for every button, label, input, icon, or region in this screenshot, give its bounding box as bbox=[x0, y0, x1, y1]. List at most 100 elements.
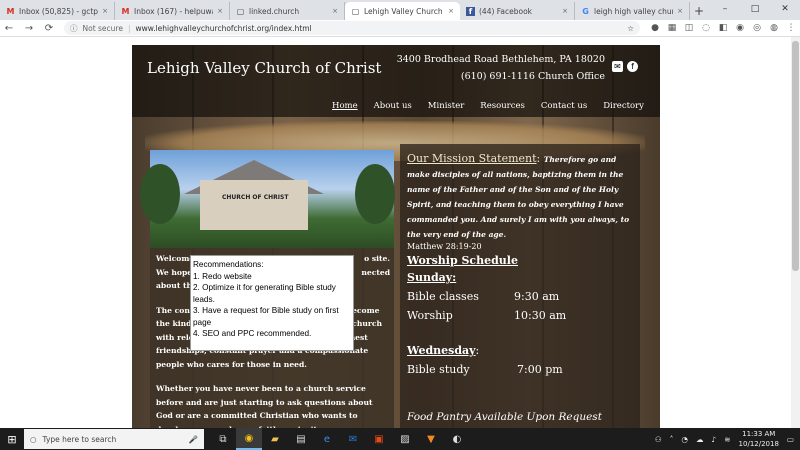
outlook-icon[interactable]: ✉ bbox=[340, 428, 366, 450]
edge-icon[interactable]: e bbox=[314, 428, 340, 450]
store-icon[interactable]: ▤ bbox=[288, 428, 314, 450]
security-label: Not secure bbox=[82, 23, 123, 33]
clock-date: 10/12/2018 bbox=[738, 440, 779, 448]
tab-label: linked.church bbox=[249, 6, 300, 16]
close-tab-icon[interactable]: × bbox=[562, 7, 568, 15]
google-icon: G bbox=[582, 6, 589, 16]
minimize-icon[interactable]: – bbox=[710, 0, 740, 18]
volume-icon[interactable]: ♪ bbox=[711, 435, 716, 444]
info-icon[interactable]: ⓘ bbox=[70, 23, 78, 34]
cloud-icon[interactable]: ☁ bbox=[696, 435, 704, 444]
chevron-up-icon[interactable]: ˄ bbox=[670, 435, 674, 444]
nav-about-us[interactable]: About us bbox=[374, 101, 412, 111]
browser-toolbar: ← → ⟳ ⓘ Not secure | www.lehighvalleychu… bbox=[0, 20, 800, 37]
extension-icon[interactable]: ◎ bbox=[752, 23, 762, 33]
system-tray: ⚇ ˄ ◔ ☁ ♪ ≋ 11:33 AM 10/12/2018 ▭ bbox=[655, 429, 800, 449]
extension-icon[interactable]: ◫ bbox=[684, 23, 694, 33]
forward-icon[interactable]: → bbox=[24, 23, 34, 34]
welcome-line: Welcome bbox=[156, 254, 195, 263]
tab-facebook[interactable]: f (44) Facebook × bbox=[460, 2, 575, 20]
network-icon[interactable]: ◔ bbox=[681, 435, 688, 444]
bookmark-star-icon[interactable]: ☆ bbox=[627, 24, 634, 33]
tab-lehigh-valley[interactable]: ▢ Lehigh Valley Church of Chr × bbox=[345, 2, 460, 20]
mission-heading: Our Mission Statement bbox=[407, 152, 537, 165]
schedule-row: Bible study 7:00 pm bbox=[407, 363, 563, 376]
extension-icon[interactable]: ◉ bbox=[735, 23, 745, 33]
app-icon[interactable]: ◐ bbox=[444, 428, 470, 450]
address: 3400 Brodhead Road Bethlehem, PA 18020 bbox=[396, 54, 605, 65]
profile-avatar[interactable]: ◍ bbox=[769, 23, 779, 33]
nav-minister[interactable]: Minister bbox=[428, 101, 465, 111]
address-bar[interactable]: ⓘ Not secure | www.lehighvalleychurchofc… bbox=[64, 21, 640, 35]
site-title[interactable]: Lehigh Valley Church of Christ bbox=[147, 59, 381, 77]
tab-label: leigh high valley church of C bbox=[594, 6, 673, 16]
wifi-icon[interactable]: ≋ bbox=[724, 435, 730, 444]
notifications-icon[interactable]: ▭ bbox=[787, 435, 794, 444]
tab-gmail-2[interactable]: M Inbox (167) - helpuwangelis × bbox=[115, 2, 230, 20]
chrome-icon[interactable]: ◉ bbox=[236, 428, 262, 450]
mail-icon[interactable]: ✉ bbox=[612, 61, 623, 72]
invite-paragraph: Whether you have never been to a church … bbox=[156, 384, 373, 428]
window-controls: – □ ✕ bbox=[710, 0, 800, 18]
mission-reference: Matthew 28:19-20 bbox=[407, 242, 482, 251]
scrollbar-thumb[interactable] bbox=[792, 41, 799, 271]
tab-google-search[interactable]: Gleigh high valley church of C × bbox=[575, 2, 690, 20]
phone: (610) 691-1116 Church Office bbox=[460, 71, 605, 82]
close-tab-icon[interactable]: × bbox=[332, 7, 338, 15]
maximize-icon[interactable]: □ bbox=[740, 0, 770, 18]
extension-icon[interactable]: ● bbox=[650, 23, 660, 33]
close-tab-icon[interactable]: × bbox=[448, 7, 454, 15]
gmail-icon: M bbox=[6, 6, 15, 16]
site-header: Lehigh Valley Church of Christ 3400 Brod… bbox=[132, 45, 660, 117]
close-tab-icon[interactable]: × bbox=[677, 7, 683, 15]
separator: | bbox=[127, 23, 131, 33]
file-explorer-icon[interactable]: ▰ bbox=[262, 428, 288, 450]
extension-icon[interactable]: ▦ bbox=[667, 23, 677, 33]
people-icon[interactable]: ⚇ bbox=[655, 435, 662, 444]
recommendation-item: 2. Optimize it for generating Bible stud… bbox=[193, 283, 336, 304]
worship-schedule: Worship Schedule Sunday: Bible classes 9:… bbox=[407, 254, 635, 376]
sunday-heading: Sunday: bbox=[407, 271, 457, 284]
welcome-line: We hope bbox=[156, 267, 193, 277]
extensions-bar: ● ▦ ◫ ◌ ◧ ◉ ◎ ◍ ⋮ bbox=[650, 23, 796, 33]
social-links: ✉ f bbox=[612, 61, 638, 72]
nav-home[interactable]: Home bbox=[332, 101, 358, 111]
tab-strip: MInbox (50,825) - gctpam@gm× MInbox (167… bbox=[0, 0, 800, 20]
extension-icon[interactable]: ◌ bbox=[701, 23, 711, 33]
menu-icon[interactable]: ⋮ bbox=[786, 23, 796, 33]
windows-start-icon[interactable]: ⊞ bbox=[0, 433, 24, 446]
mission-verse: Therefore go and make disciples of all n… bbox=[407, 155, 630, 239]
photos-icon[interactable]: ▨ bbox=[392, 428, 418, 450]
close-icon[interactable]: ✕ bbox=[770, 0, 800, 18]
taskbar-search[interactable]: ○ Type here to search 🎤 bbox=[24, 429, 204, 449]
page-icon: ▢ bbox=[236, 6, 245, 16]
extension-icon[interactable]: ◧ bbox=[718, 23, 728, 33]
main-nav: Home About us Minister Resources Contact… bbox=[332, 101, 644, 111]
search-placeholder: Type here to search bbox=[42, 434, 117, 444]
close-tab-icon[interactable]: × bbox=[102, 7, 108, 15]
close-tab-icon[interactable]: × bbox=[217, 7, 223, 15]
vlc-icon[interactable]: ▼ bbox=[418, 428, 444, 450]
url-text[interactable]: www.lehighvalleychurchofchrist.org/index… bbox=[136, 24, 312, 33]
task-view-icon[interactable]: ⧉ bbox=[210, 428, 236, 450]
microphone-icon[interactable]: 🎤 bbox=[189, 435, 198, 444]
food-pantry: Food Pantry Available Upon Request bbox=[407, 411, 602, 423]
new-tab-button[interactable]: + bbox=[690, 2, 708, 20]
mission-block: Our Mission Statement: Therefore go and … bbox=[407, 152, 635, 251]
taskbar-apps: ⧉ ◉ ▰ ▤ e ✉ ▣ ▨ ▼ ◐ bbox=[210, 428, 470, 450]
windows-taskbar: ⊞ ○ Type here to search 🎤 ⧉ ◉ ▰ ▤ e ✉ ▣ … bbox=[0, 428, 800, 450]
nav-resources[interactable]: Resources bbox=[480, 101, 525, 111]
office-icon[interactable]: ▣ bbox=[366, 428, 392, 450]
back-icon[interactable]: ← bbox=[4, 23, 14, 34]
tab-linked-church[interactable]: ▢ linked.church × bbox=[230, 2, 345, 20]
gmail-icon: M bbox=[121, 6, 130, 16]
nav-contact-us[interactable]: Contact us bbox=[541, 101, 587, 111]
tab-label: Lehigh Valley Church of Chr bbox=[364, 6, 444, 16]
nav-directory[interactable]: Directory bbox=[603, 101, 644, 111]
recommendations-title: Recommendations: bbox=[193, 260, 264, 269]
church-photo: CHURCH OF CHRIST bbox=[140, 150, 395, 248]
facebook-icon[interactable]: f bbox=[627, 61, 638, 72]
tab-gmail-1[interactable]: M Inbox (50,825) - gctpam@gm× bbox=[0, 2, 115, 20]
clock[interactable]: 11:33 AM 10/12/2018 bbox=[739, 429, 779, 449]
reload-icon[interactable]: ⟳ bbox=[44, 23, 54, 34]
